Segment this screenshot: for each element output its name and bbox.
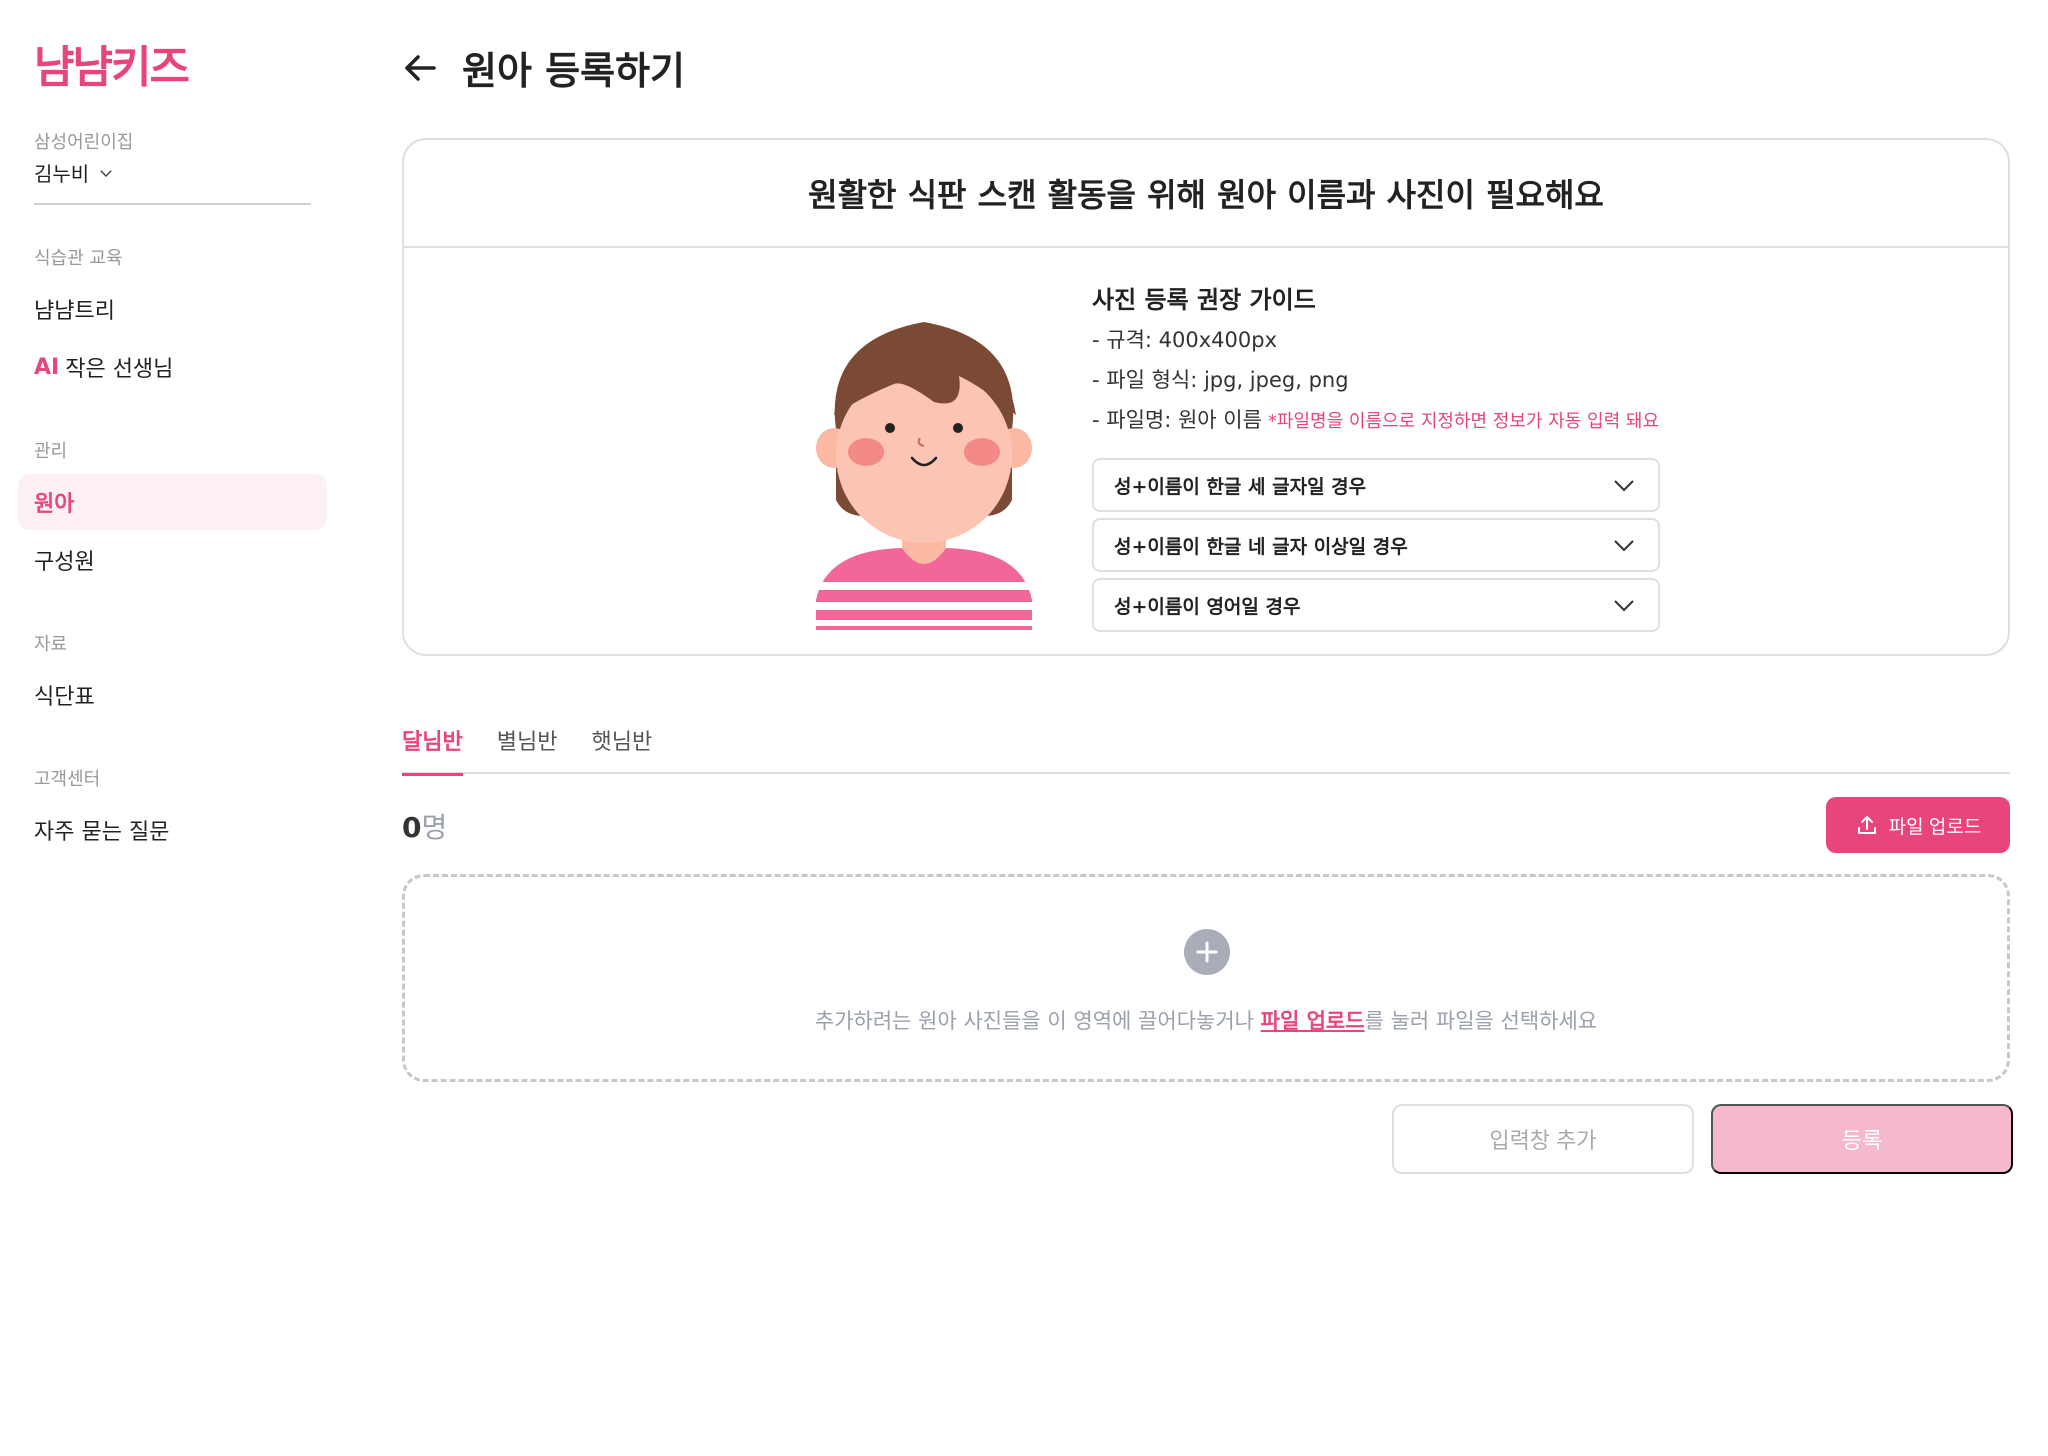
user-name: 김누비	[34, 162, 90, 186]
child-count: 0명	[402, 806, 447, 846]
tab-star[interactable]: 별님반	[497, 718, 558, 774]
sidebar-item-menu[interactable]: 식단표	[18, 667, 327, 723]
accordion-label: 성+이름이 한글 네 글자 이상일 경우	[1114, 535, 1408, 558]
logo[interactable]: 냠냠키즈	[34, 44, 190, 92]
dropzone-instructions: 추가하려는 원아 사진들을 이 영역에 끌어다놓거나 파일 업로드를 눌러 파일…	[405, 1005, 2007, 1035]
sidebar-item-child[interactable]: 원아	[18, 474, 327, 530]
sidebar-item-member[interactable]: 구성원	[18, 532, 327, 588]
chevron-down-icon	[100, 169, 112, 177]
child-count-value: 0	[402, 811, 422, 844]
divider	[34, 203, 311, 205]
accordion-label: 성+이름이 한글 세 글자일 경우	[1114, 475, 1367, 498]
sidebar: 냠냠키즈 삼성어린이집 김누비 식습관 교육 냠냠트리 AI 작은 선생님 관리…	[0, 0, 340, 1456]
chevron-down-icon	[1614, 480, 1634, 492]
register-button[interactable]: 등록	[1711, 1104, 2013, 1174]
chevron-down-icon	[1614, 540, 1634, 552]
child-avatar-illustration	[816, 322, 1032, 630]
photo-dropzone[interactable]: 추가하려는 원아 사진들을 이 영역에 끌어다놓거나 파일 업로드를 눌러 파일…	[402, 874, 2010, 1082]
photo-guide-card: 원활한 식판 스캔 활동을 위해 원아 이름과 사진이 필요해요 사진 등록 권…	[402, 138, 2010, 656]
section-label-material: 자료	[34, 634, 68, 655]
accordion-english[interactable]: 성+이름이 영어일 경우	[1092, 578, 1660, 632]
guide-filename: - 파일명: 원아 이름 *파일명을 이름으로 지정하면 정보가 자동 입력 돼요	[1092, 404, 1659, 434]
plus-icon[interactable]	[1184, 929, 1230, 975]
guide-heading: 원활한 식판 스캔 활동을 위해 원아 이름과 사진이 필요해요	[404, 140, 2008, 248]
user-menu[interactable]: 김누비	[34, 158, 115, 187]
guide-filename-text: - 파일명: 원아 이름	[1092, 408, 1262, 432]
guide-title: 사진 등록 권장 가이드	[1092, 286, 1316, 314]
chevron-down-icon	[1614, 600, 1634, 612]
section-label-support: 고객센터	[34, 769, 101, 790]
add-input-button[interactable]: 입력창 추가	[1392, 1104, 1694, 1174]
page-header: 원아 등록하기	[400, 40, 685, 95]
file-upload-label: 파일 업로드	[1888, 816, 1982, 838]
section-label-manage: 관리	[34, 441, 68, 462]
dropzone-text-before: 추가하려는 원아 사진들을 이 영역에 끌어다놓거나	[814, 1009, 1261, 1033]
sidebar-item-tree[interactable]: 냠냠트리	[18, 281, 327, 337]
sidebar-item-faq[interactable]: 자주 묻는 질문	[18, 802, 327, 858]
guide-filename-note: *파일명을 이름으로 지정하면 정보가 자동 입력 돼요	[1267, 411, 1660, 432]
class-tabs: 달님반 별님반 햇님반	[402, 718, 2010, 776]
dropzone-text-after: 를 눌러 파일을 선택하세요	[1364, 1009, 1598, 1033]
accordion-label: 성+이름이 영어일 경우	[1114, 595, 1301, 618]
dropzone-upload-link[interactable]: 파일 업로드	[1261, 1009, 1365, 1033]
upload-icon	[1857, 816, 1876, 834]
ai-badge: AI	[34, 354, 60, 380]
guide-spec: - 규격: 400x400px	[1092, 328, 1277, 352]
back-arrow-icon[interactable]	[400, 48, 440, 88]
child-count-unit: 명	[421, 811, 448, 844]
file-upload-button[interactable]: 파일 업로드	[1826, 797, 2010, 853]
sidebar-item-ai-teacher[interactable]: AI 작은 선생님	[18, 339, 327, 395]
guide-format: - 파일 형식: jpg, jpeg, png	[1092, 368, 1349, 392]
org-name: 삼성어린이집	[34, 132, 134, 153]
tab-moon[interactable]: 달님반	[402, 718, 463, 776]
tab-sun[interactable]: 햇님반	[591, 718, 652, 774]
accordion-korean-four[interactable]: 성+이름이 한글 네 글자 이상일 경우	[1092, 518, 1660, 572]
sidebar-item-label: 작은 선생님	[65, 357, 174, 382]
section-label-edu: 식습관 교육	[34, 248, 123, 269]
accordion-korean-three[interactable]: 성+이름이 한글 세 글자일 경우	[1092, 458, 1660, 512]
page-title: 원아 등록하기	[462, 49, 685, 93]
